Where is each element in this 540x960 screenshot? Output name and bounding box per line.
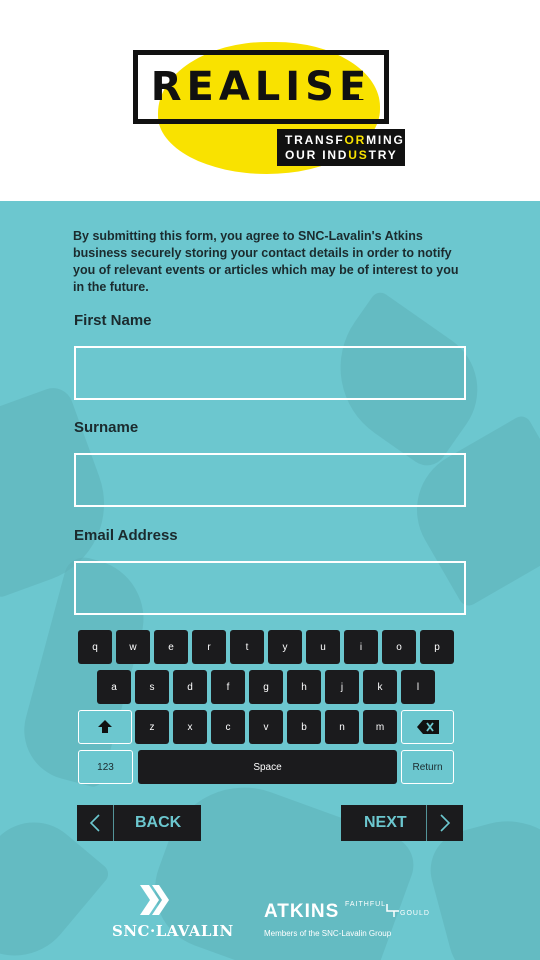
email-input[interactable] xyxy=(74,561,466,615)
logo-dot xyxy=(359,92,366,99)
next-button[interactable]: NEXT xyxy=(341,805,463,841)
key-x[interactable]: x xyxy=(173,710,207,744)
chevron-right-icon xyxy=(427,805,463,841)
logo-tagline: TRANSFORMING OUR INDUSTRY xyxy=(277,129,405,166)
key-f[interactable]: f xyxy=(211,670,245,704)
email-label: Email Address xyxy=(74,527,178,544)
back-button[interactable]: BACK xyxy=(77,805,201,841)
button-divider xyxy=(426,805,428,841)
snc-lavalin-logo: SNC·LAVALIN xyxy=(112,922,234,940)
logo-word: REALISE xyxy=(150,64,372,110)
realise-logo: REALISE xyxy=(133,50,389,124)
key-u[interactable]: u xyxy=(306,630,340,664)
surname-label: Surname xyxy=(74,419,139,436)
consent-text: By submitting this form, you agree to SN… xyxy=(73,229,459,294)
key-t[interactable]: t xyxy=(230,630,264,664)
faithful-gould-mark-icon xyxy=(386,904,399,917)
back-label: BACK xyxy=(135,814,182,831)
members-text: Members of the SNC-Lavalin Group xyxy=(264,929,392,938)
key-n[interactable]: n xyxy=(325,710,359,744)
key-g[interactable]: g xyxy=(249,670,283,704)
key-b[interactable]: b xyxy=(287,710,321,744)
button-divider xyxy=(113,805,114,841)
space-key[interactable]: Space xyxy=(138,750,397,784)
key-k[interactable]: k xyxy=(363,670,397,704)
key-s[interactable]: s xyxy=(135,670,169,704)
key-d[interactable]: d xyxy=(173,670,207,704)
key-l[interactable]: l xyxy=(401,670,435,704)
key-z[interactable]: z xyxy=(135,710,169,744)
chevron-left-icon xyxy=(77,805,113,841)
tagline-line1: TRANSFORMING xyxy=(285,133,405,147)
key-o[interactable]: o xyxy=(382,630,416,664)
key-m[interactable]: m xyxy=(363,710,397,744)
key-w[interactable]: w xyxy=(116,630,150,664)
numbers-key[interactable]: 123 xyxy=(78,750,133,784)
return-key[interactable]: Return xyxy=(401,750,454,784)
faithful-gould-logo-bottom: GOULD xyxy=(400,910,430,917)
first-name-label: First Name xyxy=(74,312,152,329)
key-r[interactable]: r xyxy=(192,630,226,664)
key-v[interactable]: v xyxy=(249,710,283,744)
form-panel: By submitting this form, you agree to SN… xyxy=(0,201,540,960)
key-p[interactable]: p xyxy=(420,630,454,664)
atkins-logo: ATKINS xyxy=(264,901,340,922)
faithful-gould-logo-top: FAITHFUL xyxy=(345,901,387,908)
key-e[interactable]: e xyxy=(154,630,188,664)
key-c[interactable]: c xyxy=(211,710,245,744)
tagline-line2: OUR INDUSTRY xyxy=(285,148,398,162)
key-i[interactable]: i xyxy=(344,630,378,664)
footer-logos: SNC·LAVALIN ATKINS FAITHFUL GOULD Member… xyxy=(0,880,540,960)
shift-arrow-icon xyxy=(98,720,112,733)
backspace-key[interactable] xyxy=(401,710,454,744)
surname-input[interactable] xyxy=(74,453,466,507)
key-y[interactable]: y xyxy=(268,630,302,664)
shift-key[interactable] xyxy=(78,710,132,744)
first-name-input[interactable] xyxy=(74,346,466,400)
key-q[interactable]: q xyxy=(78,630,112,664)
next-label: NEXT xyxy=(364,814,407,831)
key-a[interactable]: a xyxy=(97,670,131,704)
key-h[interactable]: h xyxy=(287,670,321,704)
header-banner: REALISE TRANSFORMING OUR INDUSTRY xyxy=(0,0,540,201)
key-j[interactable]: j xyxy=(325,670,359,704)
snc-lavalin-mark-icon xyxy=(140,885,169,915)
backspace-icon xyxy=(416,720,439,734)
